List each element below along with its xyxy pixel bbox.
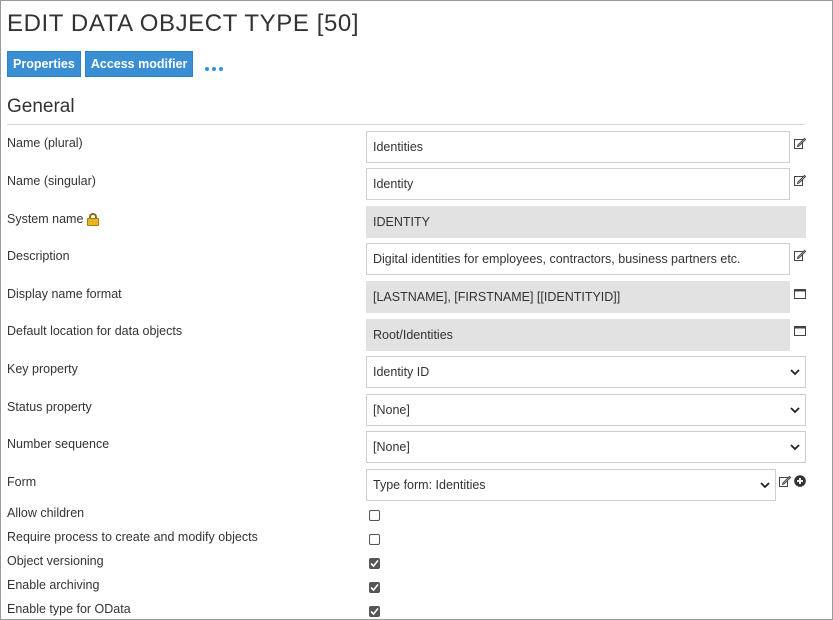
ellipsis-icon[interactable] — [205, 67, 224, 71]
number-sequence-select[interactable]: [None] — [366, 431, 806, 463]
status-property-value: [None] — [373, 403, 410, 417]
section-title: General — [7, 96, 75, 117]
window-icon[interactable] — [794, 288, 806, 300]
name-plural-field[interactable]: Identities — [366, 131, 790, 163]
system-name-label-text: System name — [7, 212, 84, 226]
number-sequence-value: [None] — [373, 440, 410, 454]
default-location-field: Root/Identities — [366, 319, 790, 351]
display-name-format-label: Display name format — [7, 287, 122, 301]
checkmark-icon — [370, 607, 379, 616]
default-location-label: Default location for data objects — [7, 324, 183, 338]
allow-children-label: Allow children — [7, 506, 85, 520]
section-divider — [7, 124, 805, 125]
edit-icon[interactable] — [794, 137, 806, 149]
name-plural-label: Name (plural) — [7, 136, 83, 150]
page-title: EDIT DATA OBJECT TYPE [50] — [7, 10, 360, 37]
status-property-label: Status property — [7, 400, 92, 414]
status-property-select[interactable]: [None] — [366, 394, 806, 426]
edit-icon[interactable] — [779, 475, 791, 487]
chevron-down-icon — [790, 444, 800, 451]
description-label: Description — [7, 249, 70, 263]
require-process-checkbox[interactable] — [369, 534, 380, 545]
enable-archiving-checkbox[interactable] — [369, 582, 380, 593]
allow-children-checkbox[interactable] — [369, 510, 380, 521]
name-singular-value: Identity — [373, 177, 414, 191]
edit-icon[interactable] — [794, 249, 806, 261]
chevron-down-icon — [760, 482, 770, 489]
number-sequence-label: Number sequence — [7, 437, 110, 451]
window-icon[interactable] — [794, 325, 806, 337]
enable-odata-checkbox[interactable] — [369, 606, 380, 617]
tab-properties[interactable]: Properties — [7, 51, 81, 77]
tab-bar: Properties Access modifier — [7, 51, 224, 77]
chevron-down-icon — [790, 407, 800, 414]
enable-archiving-label: Enable archiving — [7, 578, 100, 592]
chevron-down-icon — [790, 369, 800, 376]
form-select[interactable]: Type form: Identities — [366, 469, 776, 501]
form-label: Form — [7, 475, 37, 489]
display-name-format-value: [LASTNAME], [FIRSTNAME] [[IDENTITYID]] — [373, 290, 621, 304]
system-name-value: IDENTITY — [373, 215, 430, 229]
tab-access-modifier[interactable]: Access modifier — [84, 51, 194, 77]
key-property-select[interactable]: Identity ID — [366, 356, 806, 388]
name-plural-value: Identities — [373, 140, 424, 154]
checkmark-icon — [370, 559, 379, 568]
object-versioning-label: Object versioning — [7, 554, 104, 568]
object-versioning-checkbox[interactable] — [369, 558, 380, 569]
enable-odata-label: Enable type for OData — [7, 602, 131, 616]
checkmark-icon — [370, 583, 379, 592]
require-process-label: Require process to create and modify obj… — [7, 530, 258, 544]
edit-icon[interactable] — [794, 174, 806, 186]
description-value: Digital identities for employees, contra… — [373, 252, 741, 266]
key-property-label: Key property — [7, 362, 78, 376]
add-circle-icon[interactable] — [794, 475, 806, 487]
system-name-label: System name — [7, 212, 100, 226]
display-name-format-field: [LASTNAME], [FIRSTNAME] [[IDENTITYID]] — [366, 281, 790, 313]
key-property-value: Identity ID — [373, 365, 430, 379]
form-value: Type form: Identities — [373, 478, 486, 492]
default-location-value: Root/Identities — [373, 328, 453, 342]
name-singular-label: Name (singular) — [7, 174, 96, 188]
system-name-field: IDENTITY — [366, 206, 806, 238]
lock-icon — [87, 212, 100, 226]
name-singular-field[interactable]: Identity — [366, 168, 790, 200]
description-field[interactable]: Digital identities for employees, contra… — [366, 243, 790, 275]
